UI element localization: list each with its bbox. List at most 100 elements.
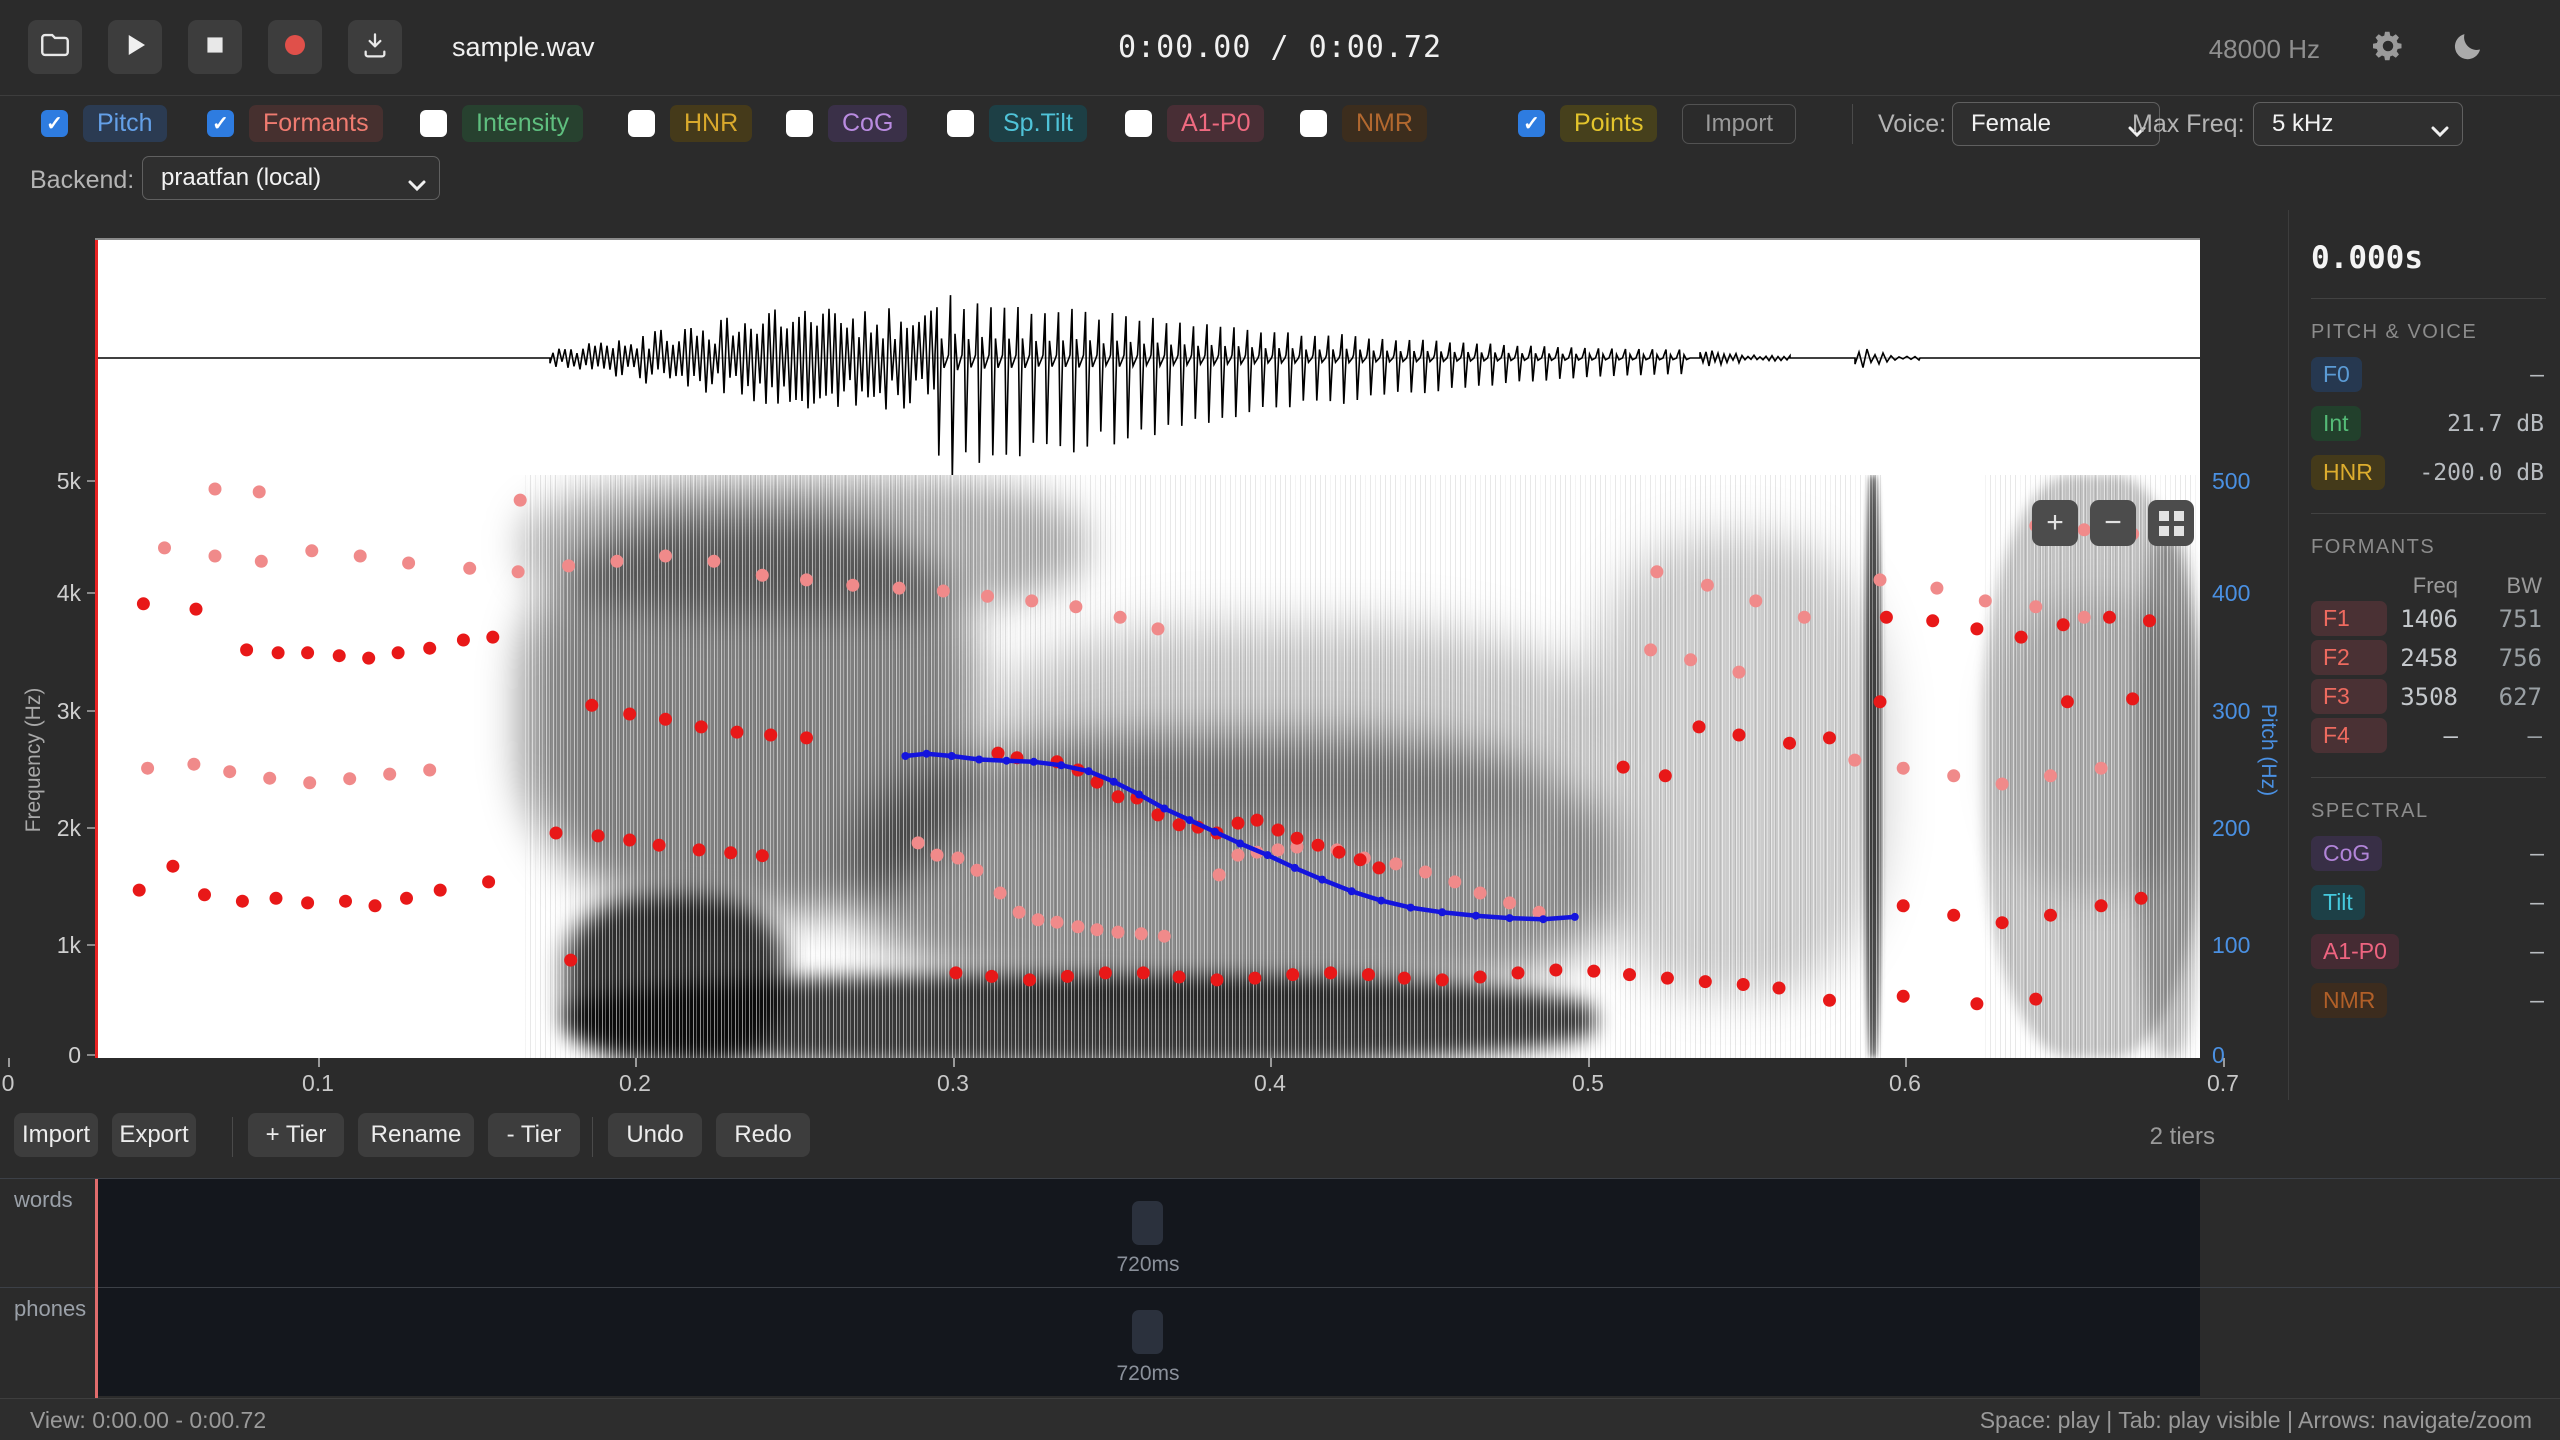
waveform-panel[interactable] <box>95 238 2200 476</box>
zoom-in-button[interactable]: + <box>2032 500 2078 546</box>
voice-select[interactable]: Female <box>1952 102 2160 146</box>
formant-point-faint <box>263 772 276 785</box>
formant-point <box>693 843 706 856</box>
toggle-label-pitch[interactable]: Pitch <box>83 105 167 142</box>
checkbox-a1-p0[interactable] <box>1125 110 1152 137</box>
cursor-time-readout: 0.000s <box>2311 240 2546 276</box>
toggle-label-nmr[interactable]: NMR <box>1342 105 1427 142</box>
rename-button[interactable]: Rename <box>358 1113 474 1157</box>
import-button-top[interactable]: Import <box>1682 104 1796 144</box>
formant-point <box>236 895 249 908</box>
tier-interval-handle[interactable] <box>1132 1310 1163 1354</box>
formant-point <box>1362 968 1375 981</box>
pitch-track-node <box>1110 778 1118 786</box>
checkbox-pitch[interactable]: ✓ <box>41 110 68 137</box>
formant-point <box>2143 614 2156 627</box>
formant-point-faint <box>707 555 720 568</box>
toggle-label-points[interactable]: Points <box>1560 105 1657 142</box>
formant-point-faint <box>1930 582 1943 595</box>
spectral-row-cog: CoG– <box>2311 835 2546 872</box>
tier-interval-duration: 720ms <box>1088 1253 1208 1277</box>
formant-point-faint <box>800 573 813 586</box>
formant-point-faint <box>1684 653 1697 666</box>
checkbox-points[interactable]: ✓ <box>1518 110 1545 137</box>
settings-button[interactable] <box>2366 26 2410 70</box>
formant-point-faint <box>209 550 222 563</box>
formant-point <box>400 892 413 905</box>
pitch-tick-label: 200 <box>2212 815 2250 842</box>
toggle-label-intensity[interactable]: Intensity <box>462 105 583 142</box>
shortcut-hints: Space: play | Tab: play visible | Arrows… <box>1980 1407 2532 1434</box>
checkbox-cog[interactable] <box>786 110 813 137</box>
annotation-tiers: words720msphones720ms <box>0 1178 2560 1399</box>
formant-point-faint <box>2095 762 2108 775</box>
tier-cursor[interactable] <box>95 1179 98 1398</box>
freq-tick-mark <box>87 827 95 829</box>
sidebar-divider <box>2311 777 2546 778</box>
redo-button[interactable]: Redo <box>716 1113 810 1157</box>
button-group-separator <box>232 1117 233 1157</box>
chevron-down-icon <box>407 172 427 200</box>
-tier-button[interactable]: + Tier <box>248 1113 344 1157</box>
playback-cursor[interactable] <box>95 240 98 1058</box>
checkbox-intensity[interactable] <box>420 110 447 137</box>
pitch-track-node <box>1318 876 1326 884</box>
formants-and-pitch-overlay[interactable] <box>95 475 2200 1058</box>
formant-row-f2: F22458756 <box>2311 638 2546 677</box>
metric-row-int: Int21.7 dB <box>2311 405 2546 442</box>
formant-point-faint <box>253 485 266 498</box>
theme-toggle-button[interactable] <box>2446 26 2490 70</box>
checkbox-sp-tilt[interactable] <box>947 110 974 137</box>
formant-point <box>1737 978 1750 991</box>
toggle-label-hnr[interactable]: HNR <box>670 105 752 142</box>
metric-value: – <box>2530 362 2544 388</box>
formant-point-faint <box>1996 778 2009 791</box>
spectral-badge: NMR <box>2311 983 2387 1018</box>
toggle-label-a1-p0[interactable]: A1-P0 <box>1167 105 1264 142</box>
undo-button[interactable]: Undo <box>608 1113 702 1157</box>
metric-row-hnr: HNR-200.0 dB <box>2311 454 2546 491</box>
pitch-track-node <box>1085 767 1093 775</box>
backend-select-value: praatfan (local) <box>161 164 321 192</box>
checkbox-nmr[interactable] <box>1300 110 1327 137</box>
formant-freq: 1406 <box>2400 605 2458 633</box>
formant-point-faint <box>1032 913 1045 926</box>
formant-point-faint <box>512 565 525 578</box>
backend-select[interactable]: praatfan (local) <box>142 156 440 200</box>
tier-timeline-words[interactable]: 720ms <box>95 1179 2200 1287</box>
formant-badge: F2 <box>2311 640 2387 675</box>
backend-row: Backend: praatfan (local) <box>0 152 2560 210</box>
checkbox-formants[interactable]: ✓ <box>207 110 234 137</box>
toggle-label-formants[interactable]: Formants <box>249 105 383 142</box>
formant-point <box>392 646 405 659</box>
formant-point-faint <box>1503 896 1516 909</box>
formant-point-faint <box>994 887 1007 900</box>
toggle-label-cog[interactable]: CoG <box>828 105 907 142</box>
export-button[interactable]: Export <box>112 1113 196 1157</box>
formant-badge: F1 <box>2311 601 2387 636</box>
formant-point <box>1398 972 1411 985</box>
spectral-value: – <box>2530 841 2544 867</box>
formant-point-faint <box>187 758 200 771</box>
zoom-fit-button[interactable] <box>2148 500 2194 546</box>
formant-point-faint <box>402 557 415 570</box>
freq-tick-label: 5k <box>57 468 81 495</box>
import-button[interactable]: Import <box>14 1113 98 1157</box>
formant-point <box>949 966 962 979</box>
-tier-button[interactable]: - Tier <box>488 1113 580 1157</box>
spectrogram-panel[interactable]: + − <box>95 475 2200 1058</box>
formant-point-faint <box>1419 866 1432 879</box>
formant-point <box>731 726 744 739</box>
tier-timeline-phones[interactable]: 720ms <box>95 1288 2200 1396</box>
max-freq-select[interactable]: 5 kHz <box>2253 102 2463 146</box>
checkbox-hnr[interactable] <box>628 110 655 137</box>
formant-bw: 751 <box>2499 605 2542 633</box>
formant-point <box>1823 731 1836 744</box>
formant-point-faint <box>952 852 965 865</box>
zoom-out-button[interactable]: − <box>2090 500 2136 546</box>
chevron-down-icon <box>2430 118 2450 146</box>
voice-label: Voice: <box>1878 110 1946 139</box>
tier-interval-handle[interactable] <box>1132 1201 1163 1245</box>
toggle-label-sp-tilt[interactable]: Sp.Tilt <box>989 105 1087 142</box>
formant-point <box>333 649 346 662</box>
